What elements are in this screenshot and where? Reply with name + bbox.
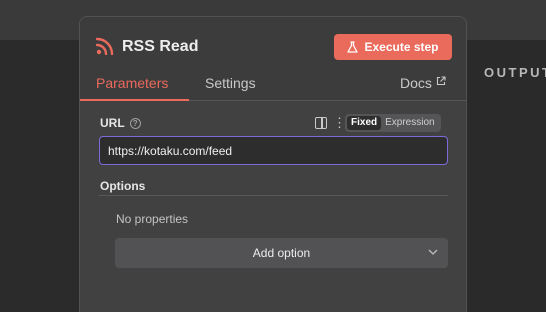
execute-step-label: Execute step [364,40,439,54]
tab-settings[interactable]: Settings [205,73,256,101]
options-divider [99,195,448,196]
url-field-tools: ⋮ Fixed Expression [315,114,441,132]
tab-parameters[interactable]: Parameters [80,73,189,101]
flask-icon [347,41,359,53]
node-parameters-panel: RSS Read Execute step Parameters Setting… [79,16,467,312]
mode-expression-option[interactable]: Expression [381,116,438,130]
panel-toggle-icon[interactable] [315,117,327,129]
tab-bar: Parameters Settings Docs [80,73,466,101]
output-pane-label: OUTPUT [484,65,546,80]
url-field-label: URL ? [100,116,141,130]
kebab-menu-icon[interactable]: ⋮ [333,116,346,129]
tab-docs[interactable]: Docs [400,73,446,101]
mode-fixed-option[interactable]: Fixed [347,116,382,130]
add-option-dropdown[interactable]: Add option [115,238,448,268]
node-title: RSS Read [122,38,199,55]
url-input[interactable] [99,136,448,165]
options-heading: Options [100,179,146,193]
execute-step-button[interactable]: Execute step [334,34,452,60]
add-option-label: Add option [252,246,311,260]
tab-docs-label: Docs [400,75,432,91]
chevron-down-icon [428,249,438,255]
help-icon[interactable]: ? [129,117,141,129]
no-properties-text: No properties [116,212,189,226]
url-label-text: URL [100,116,125,130]
fixed-expression-toggle: Fixed Expression [345,114,441,132]
external-link-icon [436,76,446,86]
rss-icon [96,37,114,55]
output-pane [467,40,546,312]
